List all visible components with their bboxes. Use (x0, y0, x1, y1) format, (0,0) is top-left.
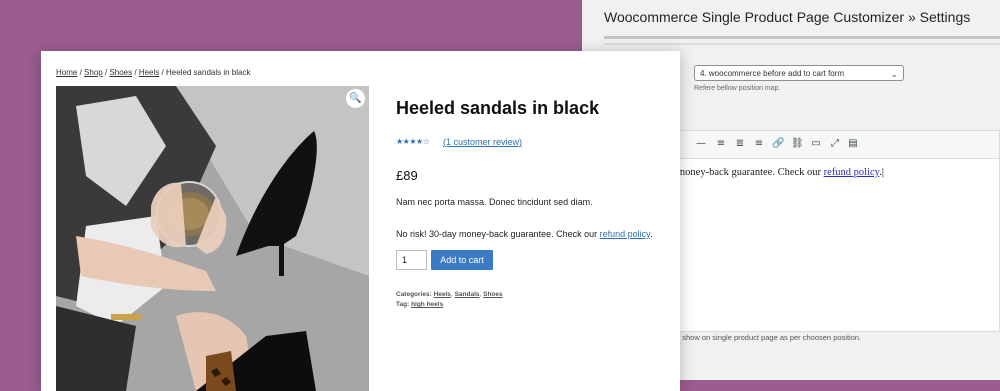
product-image[interactable]: 🔍 (56, 86, 369, 391)
star-rating: ★★★★☆ (396, 137, 430, 146)
breadcrumb-heels[interactable]: Heels (139, 68, 159, 77)
divider (604, 36, 1000, 39)
breadcrumb-shoes[interactable]: Shoes (109, 68, 132, 77)
category-link-heels[interactable]: Heels (434, 291, 451, 298)
align-center-icon[interactable]: ≣ (734, 138, 746, 150)
product-title: Heeled sandals in black (396, 98, 600, 118)
link-icon[interactable]: 🔗 (772, 138, 784, 150)
product-price: £89 (396, 168, 418, 183)
product-categories: Categories: Heels, Sandals, Shoes (396, 291, 503, 298)
align-left-icon[interactable]: ≡ (715, 138, 727, 150)
refund-policy-link[interactable]: refund policy (600, 229, 650, 239)
unlink-icon[interactable]: ⛓ (791, 138, 804, 150)
horizontal-rule-icon[interactable]: — (695, 138, 707, 150)
tag-link-high-heels[interactable]: high heels (411, 301, 443, 308)
chevron-down-icon: ⌄ (890, 69, 898, 79)
product-short-description: Nam nec porta massa. Donec tincidunt sed… (396, 197, 593, 207)
breadcrumb: Home / Shop / Shoes / Heels / Heeled san… (56, 68, 251, 77)
fullscreen-icon[interactable]: ⤢ (829, 138, 841, 150)
breadcrumb-current: Heeled sandals in black (165, 68, 251, 77)
divider (604, 43, 1000, 45)
product-tags: Tag: high heels (396, 301, 444, 308)
breadcrumb-home[interactable]: Home (56, 68, 77, 77)
position-select-value: 4. woocommerce before add to cart form (700, 69, 845, 78)
quantity-input[interactable]: 1 (396, 250, 427, 270)
category-link-sandals[interactable]: Sandals (455, 291, 480, 298)
refund-policy-link[interactable]: refund policy (824, 167, 880, 178)
product-page: Home / Shop / Shoes / Heels / Heeled san… (41, 51, 680, 391)
position-description: e show on single product page as per cho… (676, 333, 862, 342)
align-right-icon[interactable]: ≡ (753, 138, 765, 150)
breadcrumb-shop[interactable]: Shop (84, 68, 103, 77)
editor-content[interactable]: money-back guarantee. Check our refund p… (677, 167, 884, 178)
product-photo-illustration (56, 86, 369, 391)
position-select[interactable]: 4. woocommerce before add to cart form ⌄ (694, 65, 904, 81)
position-hint: Refere bellow position map. (694, 85, 781, 92)
zoom-icon[interactable]: 🔍 (346, 89, 365, 108)
admin-page-title: Woocommerce Single Product Page Customiz… (604, 9, 971, 25)
toolbar-toggle-icon[interactable]: ▤ (847, 138, 859, 150)
category-link-shoes[interactable]: Shoes (483, 291, 503, 298)
custom-guarantee-text: No risk! 30-day money-back guarantee. Ch… (396, 229, 653, 239)
read-more-icon[interactable]: ▭ (810, 138, 822, 150)
add-to-cart-button[interactable]: Add to cart (431, 250, 493, 270)
reviews-link[interactable]: (1 customer review) (443, 137, 522, 147)
